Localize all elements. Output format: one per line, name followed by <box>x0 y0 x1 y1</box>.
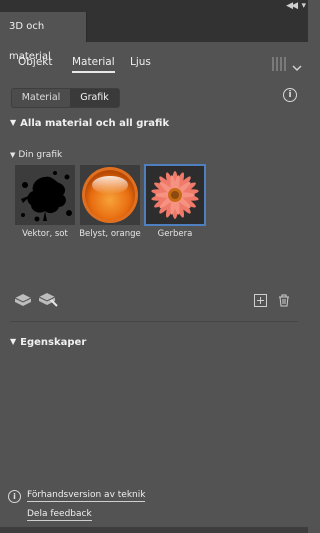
section-my-graphics[interactable]: ▼ Din grafik <box>10 150 62 160</box>
preview-link[interactable]: Förhandsversion av teknik <box>27 490 146 502</box>
panel-top-bar: ◀◀ ▾ <box>0 0 308 12</box>
feedback-link[interactable]: Dela feedback <box>27 509 92 521</box>
section-all-label: Alla material och all grafik <box>20 118 170 129</box>
segment-control: Material Grafik <box>11 88 120 108</box>
collapse-icon[interactable]: ◀◀ <box>286 0 298 12</box>
info-icon[interactable]: i <box>283 88 297 102</box>
section-properties[interactable]: ▼ Egenskaper <box>10 337 86 348</box>
place-graphic-icon[interactable] <box>38 292 58 312</box>
panel-menu-icon[interactable] <box>292 58 302 72</box>
chevron-down-icon: ▼ <box>10 337 17 346</box>
info-icon: i <box>8 490 21 503</box>
chevron-down-icon: ▼ <box>10 151 16 159</box>
graphic-thumb-belyst-orange[interactable] <box>80 165 140 225</box>
grid-icon[interactable] <box>272 57 286 71</box>
section-properties-label: Egenskaper <box>20 337 87 348</box>
nav-material[interactable]: Material <box>72 56 115 73</box>
chevron-down-icon: ▼ <box>10 118 17 127</box>
section-all-graphics[interactable]: ▼ Alla material och all grafik <box>10 118 169 129</box>
graphic-label: Belyst, orange <box>79 229 141 239</box>
panel-tab-3d-material[interactable]: 3D och material <box>0 12 87 62</box>
ink-splat-image <box>21 171 72 222</box>
graphic-thumb-gerbera[interactable] <box>144 164 206 226</box>
close-icon[interactable]: ▾ <box>301 0 306 12</box>
nav-ljus[interactable]: Ljus <box>130 56 151 68</box>
segment-grafik[interactable]: Grafik <box>70 89 119 107</box>
section-mine-label: Din grafik <box>18 150 63 160</box>
apply-graphic-icon[interactable] <box>14 292 32 311</box>
graphic-thumb-vektor-sot[interactable] <box>15 165 75 225</box>
segment-material[interactable]: Material <box>12 89 70 107</box>
nav-objekt[interactable]: Objekt <box>18 56 53 68</box>
orange-orb-image <box>82 167 138 223</box>
panel-bottom-edge <box>0 527 308 533</box>
graphic-label: Gerbera <box>157 229 193 239</box>
divider <box>10 321 298 322</box>
gerbera-flower-image <box>145 165 205 225</box>
add-graphic-icon[interactable] <box>254 292 267 311</box>
graphic-label: Vektor, sot <box>22 229 68 239</box>
trash-icon[interactable] <box>278 292 290 311</box>
